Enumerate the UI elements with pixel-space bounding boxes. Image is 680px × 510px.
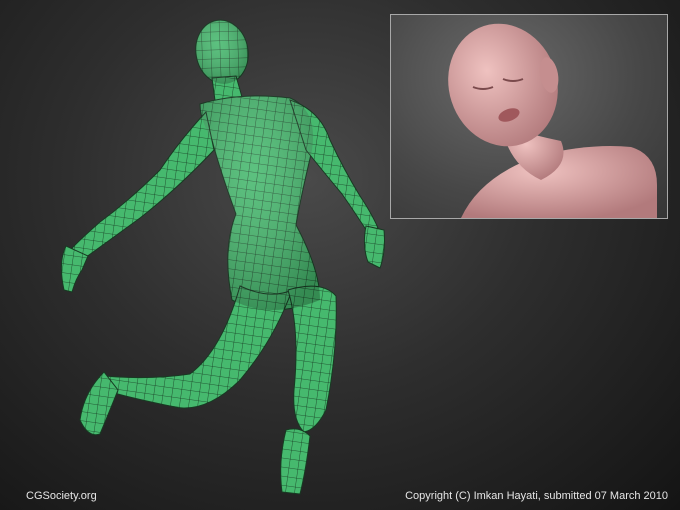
sculpted-face-image	[448, 23, 657, 218]
site-label: CGSociety.org	[26, 490, 97, 502]
figure-shading	[195, 20, 320, 310]
inset-face-render	[390, 14, 668, 219]
copyright-notice: Copyright (C) Imkan Hayati, submitted 07…	[405, 490, 668, 502]
render-viewport: CGSociety.org Copyright (C) Imkan Hayati…	[0, 0, 680, 510]
figure-mesh	[60, 19, 385, 495]
